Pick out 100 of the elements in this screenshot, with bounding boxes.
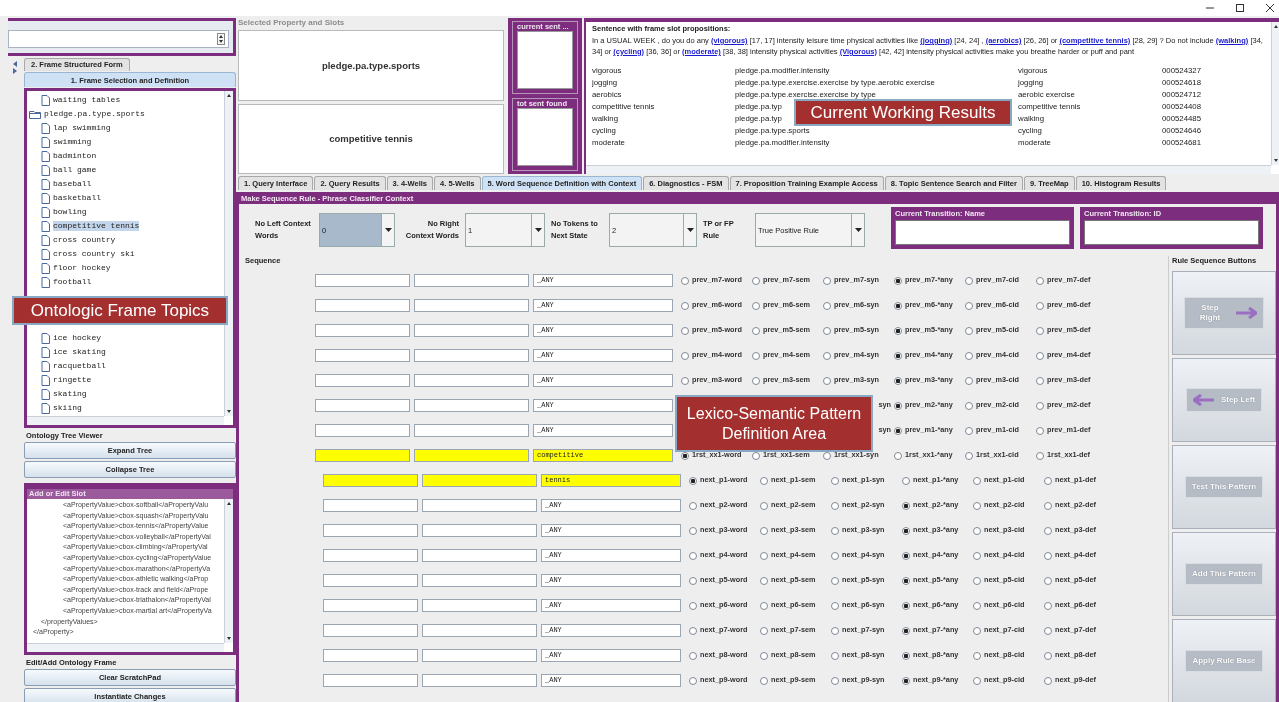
tree-item[interactable]: floor hockey <box>53 263 111 273</box>
tree-item[interactable]: ringette <box>53 375 92 385</box>
tree-item[interactable]: skiing <box>53 403 82 413</box>
callout-label: Ontologic Frame Topics <box>12 296 228 325</box>
input-field[interactable] <box>315 324 410 337</box>
caret-icon <box>384 228 392 232</box>
transition-field[interactable] <box>895 220 1070 245</box>
property-display: pledge.pa.type.sports <box>238 30 504 101</box>
input-field[interactable] <box>323 599 418 612</box>
tree-item[interactable]: waiting tables <box>53 95 121 105</box>
file-icon <box>41 192 50 204</box>
spinner-field[interactable] <box>8 30 229 48</box>
file-icon <box>41 262 50 274</box>
file-icon <box>41 178 50 190</box>
file-icon <box>41 122 50 134</box>
file-icon <box>41 332 50 344</box>
tree-item[interactable]: skating <box>53 389 87 399</box>
input-field[interactable] <box>422 574 537 587</box>
slot-display: competitive tennis <box>238 103 504 174</box>
input-field[interactable] <box>422 474 537 487</box>
tree-item[interactable]: ice skating <box>53 347 106 357</box>
tree-item[interactable]: cross country ski <box>53 249 135 259</box>
input-field[interactable] <box>323 549 418 562</box>
tree-item[interactable]: lap swimming <box>53 123 111 133</box>
caret-icon <box>854 228 862 232</box>
file-icon <box>41 402 50 414</box>
tree-item[interactable]: competitive tennis <box>53 221 140 231</box>
file-icon <box>41 234 50 246</box>
input-field[interactable] <box>414 374 529 387</box>
input-field[interactable] <box>315 274 410 287</box>
input-field[interactable] <box>422 549 537 562</box>
tree-item[interactable]: ice hockey <box>53 333 101 343</box>
file-icon <box>41 94 50 106</box>
input-field[interactable] <box>315 424 410 437</box>
tree-item[interactable]: baseball <box>53 179 92 189</box>
input-field[interactable] <box>323 499 418 512</box>
input-field[interactable] <box>414 399 529 412</box>
file-icon <box>41 164 50 176</box>
horizontal-scrollbar[interactable] <box>586 165 1271 174</box>
counter-display <box>517 108 573 166</box>
input-field[interactable] <box>315 449 410 462</box>
file-icon <box>41 388 50 400</box>
tree-item[interactable]: football <box>53 277 92 287</box>
input-field[interactable] <box>422 649 537 662</box>
input-field[interactable] <box>422 499 537 512</box>
counter-display <box>517 31 573 89</box>
file-icon <box>41 220 50 232</box>
horizontal-scrollbar[interactable] <box>27 416 224 425</box>
tree-item[interactable]: swimming <box>53 137 92 147</box>
file-icon <box>41 374 50 386</box>
tree-item[interactable]: pledge.pa.type.sports <box>44 109 145 119</box>
tree-item[interactable]: bowling <box>53 207 87 217</box>
input-field[interactable] <box>414 424 529 437</box>
tree-item[interactable]: basketball <box>53 193 101 203</box>
file-icon <box>41 276 50 288</box>
input-field[interactable] <box>414 349 529 362</box>
caret-icon <box>686 228 694 232</box>
arrow-right-icon <box>1235 307 1257 319</box>
input-field[interactable] <box>422 599 537 612</box>
spinner-arrows-icon[interactable] <box>217 33 225 45</box>
tree-item[interactable]: cross country <box>53 235 116 245</box>
file-icon <box>41 150 50 162</box>
panel-title: Selected Property and Slots <box>238 18 346 27</box>
maximize-icon[interactable] <box>1235 3 1245 13</box>
tree-item[interactable]: ball game <box>53 165 97 175</box>
input-field[interactable] <box>323 649 418 662</box>
input-field[interactable] <box>323 574 418 587</box>
vertical-scrollbar[interactable] <box>224 91 233 416</box>
close-icon[interactable] <box>1265 3 1275 13</box>
input-field[interactable] <box>315 349 410 362</box>
input-field[interactable] <box>414 449 529 462</box>
input-field[interactable] <box>315 374 410 387</box>
transition-field[interactable] <box>1084 220 1259 245</box>
callout-label: Lexico-Semantic Pattern Definition Area <box>675 395 873 452</box>
input-field[interactable] <box>414 299 529 312</box>
collapse-arrows-icon[interactable] <box>12 60 18 74</box>
vertical-scrollbar[interactable] <box>224 499 233 643</box>
horizontal-scrollbar[interactable] <box>27 643 224 652</box>
file-icon <box>41 360 50 372</box>
input-field[interactable] <box>323 674 418 687</box>
file-icon <box>41 346 50 358</box>
input-field[interactable] <box>414 274 529 287</box>
vertical-scrollbar[interactable] <box>1271 22 1279 165</box>
callout-label: Current Working Results <box>794 99 1012 126</box>
tree-item[interactable]: racquetball <box>53 361 106 371</box>
file-icon <box>41 248 50 260</box>
input-field[interactable] <box>323 524 418 537</box>
caret-icon <box>534 228 542 232</box>
input-field[interactable] <box>315 299 410 312</box>
input-field[interactable] <box>315 399 410 412</box>
arrow-left-icon <box>1192 394 1215 406</box>
file-icon <box>41 136 50 148</box>
tree-item[interactable]: badminton <box>53 151 97 161</box>
input-field[interactable] <box>414 324 529 337</box>
input-field[interactable] <box>422 674 537 687</box>
input-field[interactable] <box>422 624 537 637</box>
input-field[interactable] <box>422 524 537 537</box>
input-field[interactable] <box>323 624 418 637</box>
file-icon <box>41 206 50 218</box>
input-field[interactable] <box>323 474 418 487</box>
